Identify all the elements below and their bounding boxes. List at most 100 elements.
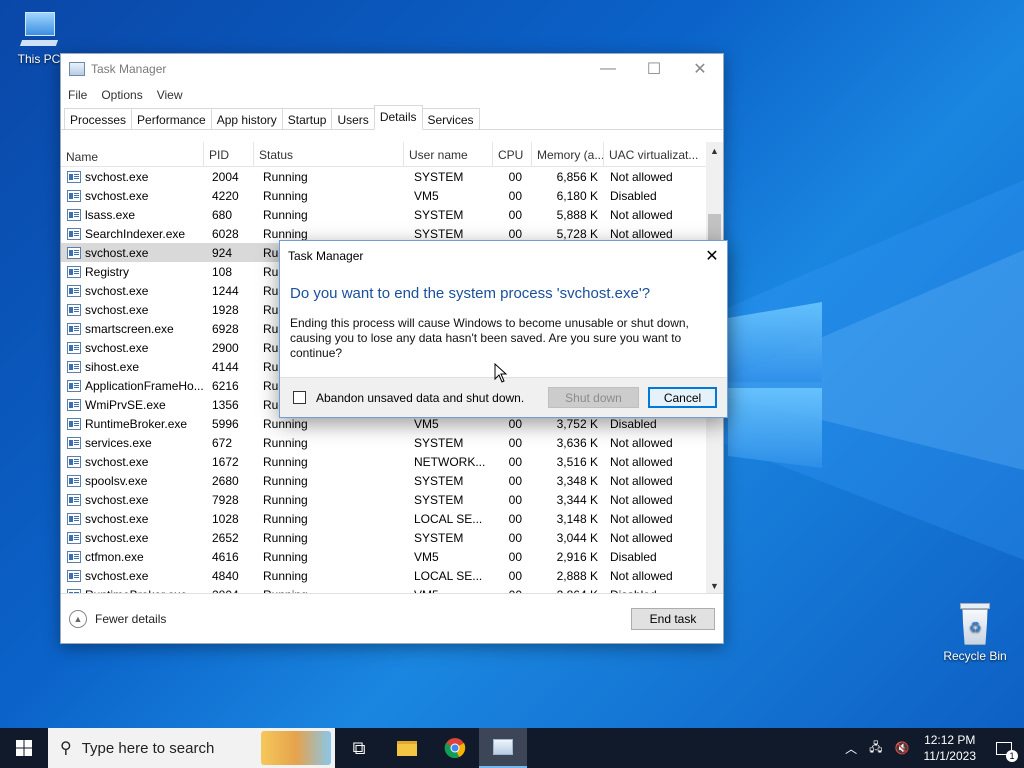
tab-details[interactable]: Details: [373, 105, 423, 130]
notification-center-icon[interactable]: 1: [984, 728, 1024, 768]
taskbar-search-box[interactable]: ⚲ Type here to search: [48, 728, 335, 768]
process-name: WmiPrvSE.exe: [61, 398, 204, 412]
table-header: Name PID Status User name CPU Memory (a.…: [61, 142, 723, 167]
column-header-user[interactable]: User name: [404, 142, 493, 166]
tab-startup[interactable]: Startup: [281, 108, 333, 129]
volume-muted-icon[interactable]: 🔇: [895, 741, 910, 755]
table-row[interactable]: svchost.exe 1028 Running LOCAL SE... 00 3,148…: [61, 509, 723, 528]
process-icon: [67, 512, 81, 525]
process-pid: 1244: [212, 283, 239, 298]
task-manager-footer: ▲ Fewer details End task: [61, 593, 723, 643]
clock[interactable]: 12:12 PM 11/1/2023: [924, 732, 977, 764]
process-name: ctfmon.exe: [61, 550, 204, 564]
abandon-data-label[interactable]: Abandon unsaved data and shut down.: [316, 391, 524, 405]
process-status: Running: [263, 549, 308, 564]
menu-options[interactable]: Options: [101, 88, 142, 102]
task-manager-titlebar[interactable]: Task Manager — ☐ ✕: [61, 54, 723, 84]
dialog-close-icon[interactable]: ✕: [697, 246, 727, 266]
recycle-bin-icon: ♻: [958, 603, 992, 645]
dialog-heading: Do you want to end the system process 's…: [290, 285, 651, 302]
show-hidden-icons-icon[interactable]: ︿: [845, 740, 857, 757]
column-header-status[interactable]: Status: [254, 142, 404, 166]
table-row[interactable]: svchost.exe 2004 Running SYSTEM 00 6,856 K Not…: [61, 167, 723, 186]
column-header-uac[interactable]: UAC virtualizat...: [604, 142, 708, 166]
windows-start-icon: [16, 740, 32, 756]
table-row[interactable]: lsass.exe 680 Running SYSTEM 00 5,888 K Not al…: [61, 205, 723, 224]
maximize-icon[interactable]: ☐: [631, 54, 677, 84]
minimize-icon[interactable]: —: [585, 54, 631, 84]
abandon-data-checkbox[interactable]: [293, 391, 306, 404]
process-icon: [67, 246, 81, 259]
process-name-label: services.exe: [85, 435, 152, 450]
process-status: Running: [263, 492, 308, 507]
table-row[interactable]: svchost.exe 1672 Running NETWORK... 00 3,516 …: [61, 452, 723, 471]
table-row[interactable]: svchost.exe 2652 Running SYSTEM 00 3,044 K Not…: [61, 528, 723, 547]
cancel-button[interactable]: Cancel: [648, 387, 717, 408]
column-header-pid[interactable]: PID: [204, 142, 254, 166]
table-row[interactable]: spoolsv.exe 2680 Running SYSTEM 00 3,348 K Not…: [61, 471, 723, 490]
process-uac: Disabled: [610, 416, 657, 431]
process-icon: [67, 265, 81, 278]
process-name-label: RuntimeBroker.exe: [85, 416, 188, 431]
process-icon: [67, 303, 81, 316]
table-row[interactable]: svchost.exe 7928 Running SYSTEM 00 3,344 K Not…: [61, 490, 723, 509]
column-header-memory[interactable]: Memory (a...: [532, 142, 604, 166]
table-row[interactable]: services.exe 672 Running SYSTEM 00 3,636 K Not…: [61, 433, 723, 452]
tab-processes[interactable]: Processes: [64, 108, 133, 129]
process-pid: 1928: [212, 302, 239, 317]
table-row[interactable]: svchost.exe 4840 Running LOCAL SE... 00 2,888…: [61, 566, 723, 585]
scroll-down-icon[interactable]: ▼: [706, 577, 723, 594]
process-icon: [67, 379, 81, 392]
task-manager-taskbar-icon[interactable]: [479, 728, 527, 768]
fewer-details-button[interactable]: ▲ Fewer details: [69, 609, 166, 628]
table-row[interactable]: svchost.exe 4220 Running VM5 00 6,180 K Disabl…: [61, 186, 723, 205]
shut-down-button: Shut down: [548, 387, 639, 408]
notification-count: 1: [1006, 750, 1018, 762]
process-cpu: 00: [508, 416, 522, 431]
process-cpu: 00: [508, 492, 522, 507]
tab-performance[interactable]: Performance: [131, 108, 212, 129]
end-task-button[interactable]: End task: [631, 608, 715, 630]
process-user: NETWORK...: [414, 454, 486, 469]
process-pid: 5996: [212, 416, 239, 431]
taskbar: ⚲ Type here to search ⧉ ︿ 🖧 🔇 12:12 PM 1…: [0, 728, 1024, 768]
process-name: RuntimeBroker.exe: [61, 417, 204, 431]
start-button[interactable]: [0, 728, 48, 768]
process-name-label: svchost.exe: [85, 340, 149, 355]
scroll-up-icon[interactable]: ▲: [706, 142, 723, 159]
process-icon: [67, 284, 81, 297]
dialog-titlebar[interactable]: Task Manager ✕: [280, 241, 727, 271]
process-icon: [67, 170, 81, 183]
process-memory: 3,348 K: [556, 473, 598, 488]
process-pid: 4616: [212, 549, 239, 564]
task-view-icon[interactable]: ⧉: [335, 728, 383, 768]
computer-icon: [19, 10, 59, 48]
process-user: LOCAL SE...: [414, 568, 483, 583]
process-uac: Not allowed: [610, 511, 673, 526]
chrome-icon[interactable]: [431, 728, 479, 768]
process-status: Running: [263, 226, 308, 241]
process-name: svchost.exe: [61, 303, 204, 317]
column-header-name[interactable]: Name: [61, 142, 204, 166]
tab-app-history[interactable]: App history: [210, 108, 283, 129]
process-cpu: 00: [508, 568, 522, 583]
process-pid: 2652: [212, 530, 239, 545]
column-header-cpu[interactable]: CPU: [493, 142, 532, 166]
tab-services[interactable]: Services: [421, 108, 480, 129]
process-name-label: WmiPrvSE.exe: [85, 397, 166, 412]
process-memory: 3,636 K: [556, 435, 598, 450]
file-explorer-icon[interactable]: [383, 728, 431, 768]
table-row[interactable]: ctfmon.exe 4616 Running VM5 00 2,916 K Disable…: [61, 547, 723, 566]
process-cpu: 00: [508, 473, 522, 488]
menu-view[interactable]: View: [157, 88, 183, 102]
recycle-bin-desktop-icon[interactable]: ♻ Recycle Bin: [940, 603, 1010, 663]
process-name: svchost.exe: [61, 569, 204, 583]
close-icon[interactable]: ✕: [677, 54, 723, 84]
process-icon: [67, 398, 81, 411]
process-user: SYSTEM: [414, 435, 464, 450]
process-name-label: svchost.exe: [85, 568, 149, 583]
tab-users[interactable]: Users: [331, 108, 375, 129]
menu-file[interactable]: File: [68, 88, 87, 102]
network-icon[interactable]: 🖧: [869, 738, 882, 759]
process-user: SYSTEM: [414, 530, 464, 545]
